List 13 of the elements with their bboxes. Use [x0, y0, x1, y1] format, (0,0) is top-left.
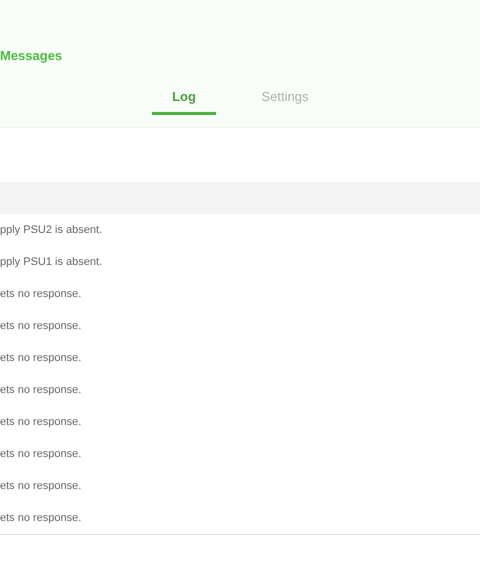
message-cell: pply PSU1 is absent. — [0, 256, 102, 268]
message-cell: pply PSU2 is absent. — [0, 224, 102, 236]
message-cell: ets no response. — [0, 352, 82, 364]
message-cell: ets no response. — [0, 416, 82, 428]
message-cell: ets no response. — [0, 320, 82, 332]
tab[interactable]: Settings — [253, 83, 317, 115]
message-cell: ets no response. — [0, 384, 82, 396]
page-title: Messages — [0, 48, 64, 64]
message-cell: ets no response. — [0, 512, 82, 524]
tab[interactable]: Log — [152, 83, 216, 115]
message-cell: ets no response. — [0, 288, 82, 300]
message-cell: ets no response. — [0, 480, 82, 492]
message-cell: ets no response. — [0, 448, 82, 460]
